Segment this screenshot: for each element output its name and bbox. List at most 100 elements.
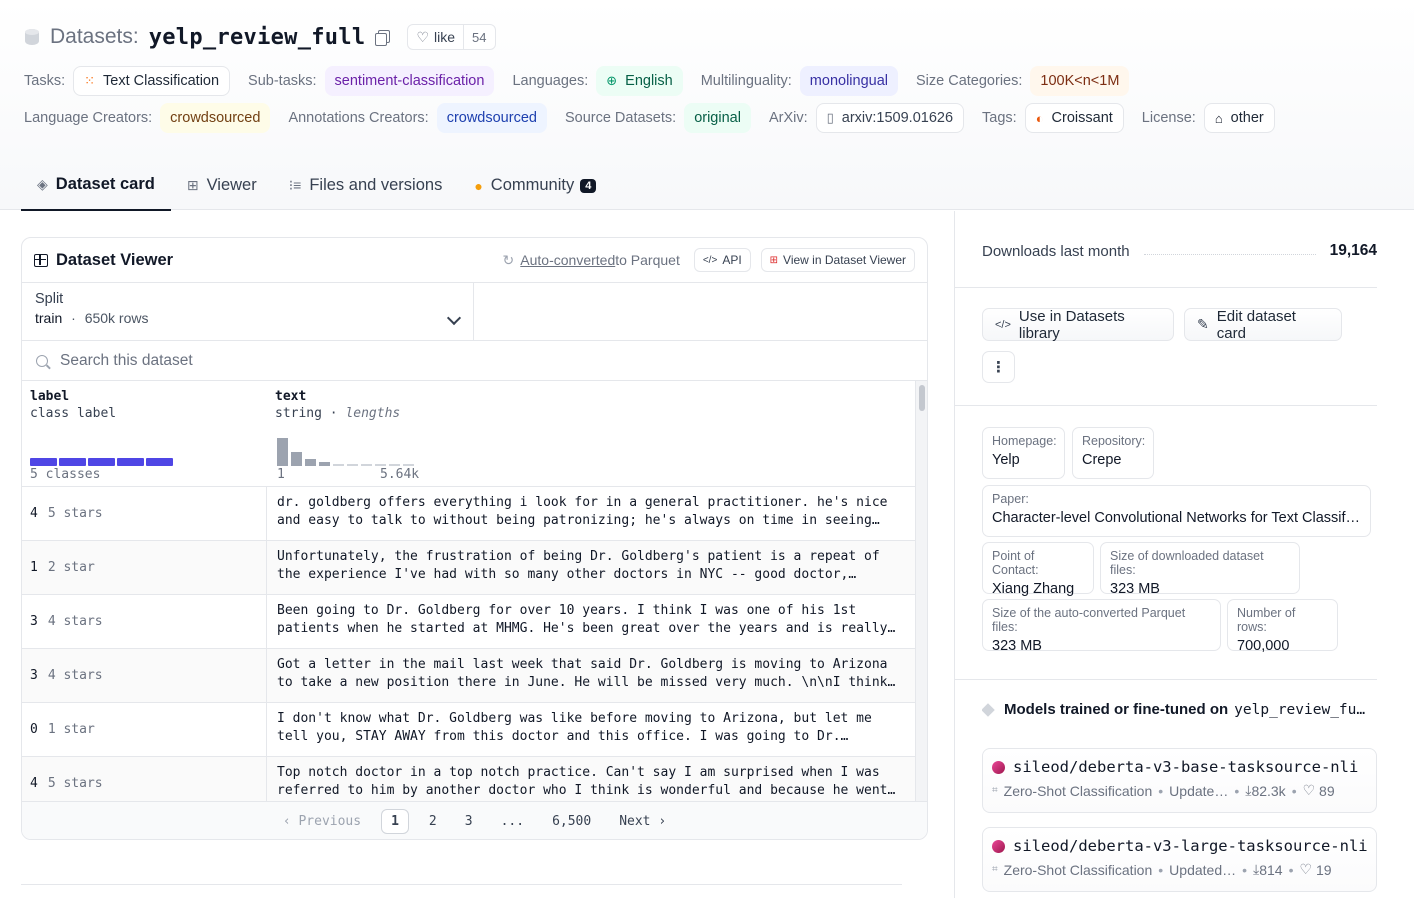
data-table: label class label 5 classes text string … xyxy=(22,381,915,801)
parquet-info: ↻ Auto-converted to Parquet xyxy=(502,251,680,269)
classes-count: 5 classes xyxy=(30,467,101,482)
last-page-button[interactable]: 6,500 xyxy=(552,814,591,829)
scrollbar-thumb[interactable] xyxy=(919,385,925,411)
tag-annotations-crowdsourced[interactable]: crowdsourced xyxy=(436,103,547,133)
table-row[interactable]: 01 star I don't know what Dr. Goldberg w… xyxy=(22,703,915,757)
edit-dataset-card-button[interactable]: ✎ Edit dataset card xyxy=(1184,308,1342,342)
like-label: like xyxy=(434,29,456,45)
page-1-button[interactable]: 1 xyxy=(381,809,409,834)
split-label: Split xyxy=(35,291,64,307)
histogram-min: 1 xyxy=(277,467,285,482)
search-input[interactable] xyxy=(60,351,660,370)
number-of-rows-card: Number of rows: 700,000 xyxy=(1227,599,1338,654)
divider xyxy=(955,287,1377,288)
downloads-row: Downloads last month 19,164 xyxy=(982,239,1377,263)
dataset-viewer: Dataset Viewer ↻ Auto-converted to Parque… xyxy=(21,237,928,840)
homepage-card[interactable]: Homepage: Yelp xyxy=(982,427,1065,479)
table-row[interactable]: 34 stars Got a letter in the mail last w… xyxy=(22,649,915,703)
like-count[interactable]: 54 xyxy=(463,25,494,49)
table-icon: ⊞ xyxy=(186,177,199,193)
repository-card[interactable]: Repository: Crepe xyxy=(1072,427,1154,479)
table-row[interactable]: 45 stars dr. goldberg offers everything … xyxy=(22,487,915,541)
zero-shot-icon: ⌗ xyxy=(992,864,998,875)
dataset-header: Datasets: yelp_review_full ♡ like 54 Task… xyxy=(0,0,1414,211)
view-in-dataset-viewer-button[interactable]: ⊞ View in Dataset Viewer xyxy=(760,248,915,272)
previous-page-button[interactable]: ‹ Previous xyxy=(283,814,361,829)
parquet-size-card: Size of the auto-converted Parquet files… xyxy=(982,599,1221,654)
arxiv-label: ArXiv: xyxy=(768,110,808,126)
model-card[interactable]: sileod/deberta-v3-large-tasksource-nli ⌗… xyxy=(982,827,1377,892)
column-header-text[interactable]: text string · lengths 1 5.64k xyxy=(267,381,915,487)
pagination: ‹ Previous 1 2 3 ... 6,500 Next › xyxy=(22,801,927,839)
point-of-contact-card[interactable]: Point of Contact: Xiang Zhang xyxy=(982,542,1094,597)
paper-card[interactable]: Paper: Character-level Convolutional Netw… xyxy=(982,485,1371,537)
title-label: Datasets: xyxy=(50,25,139,48)
copy-icon[interactable] xyxy=(375,30,391,46)
annotations-creators-label: Annotations Creators: xyxy=(288,110,429,126)
table-row[interactable]: 12 star Unfortunately, the frustration o… xyxy=(22,541,915,595)
languages-label: Languages: xyxy=(512,73,589,89)
files-icon: ⁝≡ xyxy=(288,177,302,193)
page-2-button[interactable]: 2 xyxy=(429,814,437,829)
meta-row-tasks: Tasks: ⁙ Text Classification Sub-tasks: s… xyxy=(24,65,1130,97)
tag-croissant[interactable]: ◐ Croissant xyxy=(1024,103,1124,133)
tag-english[interactable]: ⊕ English xyxy=(596,66,683,96)
table-icon xyxy=(34,253,48,267)
class-distribution-bars[interactable] xyxy=(30,458,175,466)
code-icon: </> xyxy=(702,254,718,266)
tag-monolingual[interactable]: monolingual xyxy=(799,66,898,96)
length-histogram[interactable] xyxy=(277,436,422,466)
models-dataset-name: yelp_review_fu… xyxy=(1234,701,1366,718)
table-row[interactable]: 45 stars Top notch doctor in a top notch… xyxy=(22,757,915,801)
globe-icon: ⊕ xyxy=(606,73,618,88)
split-selector[interactable]: Split train · 650k rows xyxy=(22,283,474,341)
search-bar xyxy=(22,341,927,381)
tag-language-crowdsourced[interactable]: crowdsourced xyxy=(160,103,271,133)
model-name[interactable]: sileod/deberta-v3-base-tasksource-nli xyxy=(1013,758,1358,776)
zero-shot-icon: ⌗ xyxy=(992,785,998,796)
tab-dataset-card[interactable]: ◈ Dataset card xyxy=(21,160,171,211)
tab-viewer[interactable]: ⊞ Viewer xyxy=(171,160,273,211)
cube-icon: ◈ xyxy=(37,176,48,192)
viewer-actions: ↻ Auto-converted to Parquet </> API ⊞ View … xyxy=(503,248,915,272)
tag-size[interactable]: 100K<n<1M xyxy=(1030,66,1130,96)
download-size-card: Size of downloaded dataset files: 323 MB xyxy=(1100,542,1300,597)
model-name[interactable]: sileod/deberta-v3-large-tasksource-nli xyxy=(1013,837,1368,855)
auto-converted-link[interactable]: Auto-converted xyxy=(520,252,615,268)
tag-original[interactable]: original xyxy=(684,103,751,133)
tag-sentiment-classification[interactable]: sentiment-classification xyxy=(324,66,495,96)
column-header-label[interactable]: label class label 5 classes xyxy=(22,381,267,487)
downloads-label: Downloads last month xyxy=(982,242,1130,260)
meta-row-creators: Language Creators: crowdsourced Annotati… xyxy=(24,102,1275,134)
heart-icon: ♡ xyxy=(1302,782,1316,798)
table-row[interactable]: 34 stars Been going to Dr. Goldberg for … xyxy=(22,595,915,649)
tag-license-other[interactable]: ⌂ other xyxy=(1203,103,1275,133)
more-options-button[interactable]: ⋮ xyxy=(982,351,1015,383)
license-label: License: xyxy=(1141,110,1196,126)
table-scrollbar[interactable] xyxy=(915,381,927,801)
table-icon: ⊞ xyxy=(769,254,779,266)
page-ellipsis: ... xyxy=(500,814,525,829)
tag-text-classification[interactable]: ⁙ Text Classification xyxy=(73,66,231,96)
model-card[interactable]: sileod/deberta-v3-base-tasksource-nli ⌗ Z… xyxy=(982,748,1377,813)
document-icon: ▯ xyxy=(826,110,834,125)
page-3-button[interactable]: 3 xyxy=(465,814,473,829)
like-button[interactable]: ♡ like 54 xyxy=(407,24,496,50)
dataset-name[interactable]: yelp_review_full xyxy=(149,25,366,50)
refresh-icon: ↻ xyxy=(502,251,515,268)
models-section-title: Models trained or fine-tuned on yelp_rev… xyxy=(982,701,1377,718)
downloads-sparkline xyxy=(1143,253,1316,255)
tag-arxiv[interactable]: ▯ arxiv:1509.01626 xyxy=(815,103,965,133)
use-in-datasets-library-button[interactable]: </> Use in Datasets library xyxy=(982,308,1174,342)
language-creators-label: Language Creators: xyxy=(24,110,153,126)
tab-files-and-versions[interactable]: ⁝≡ Files and versions xyxy=(273,160,459,211)
bank-icon: ⌂ xyxy=(1214,110,1223,126)
next-page-button[interactable]: Next › xyxy=(619,814,666,829)
source-datasets-label: Source Datasets: xyxy=(564,110,677,126)
community-count-badge: 4 xyxy=(580,178,597,193)
downloads-value: 19,164 xyxy=(1329,242,1377,259)
subtasks-label: Sub-tasks: xyxy=(248,73,317,89)
tab-community[interactable]: ● Community 4 xyxy=(458,160,612,211)
heart-icon: ♡ xyxy=(416,28,430,45)
api-button[interactable]: </> API xyxy=(693,248,751,272)
